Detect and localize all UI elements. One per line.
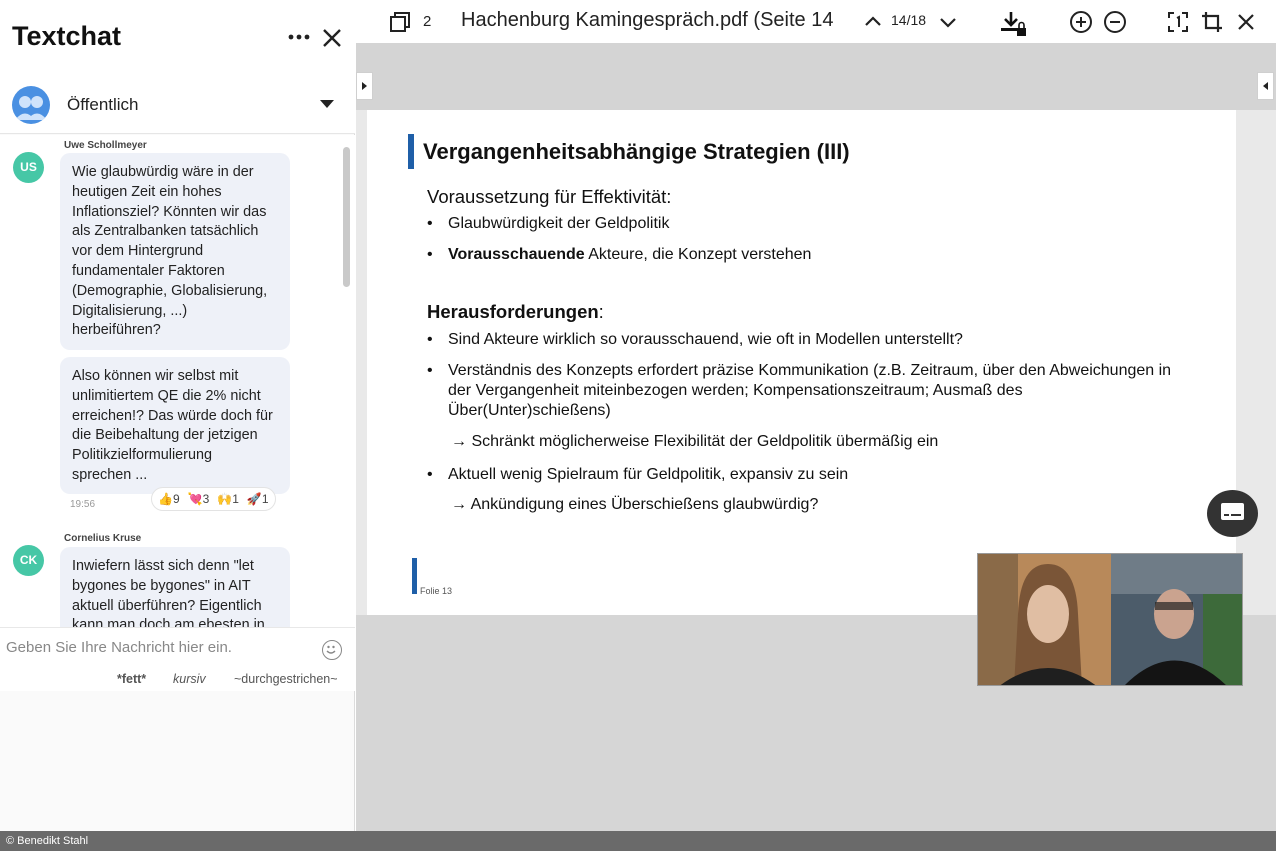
close-icon[interactable] — [1234, 10, 1258, 34]
pages-count: 2 — [423, 13, 432, 30]
reaction-item[interactable]: 💘3 — [188, 488, 210, 510]
message-time: 19:56 — [70, 499, 96, 510]
accent-bar — [408, 134, 414, 169]
italic-format-hint: kursiv — [173, 672, 206, 686]
expand-right-icon[interactable] — [1257, 72, 1274, 100]
section-heading: Voraussetzung für Effektivität: — [427, 186, 672, 207]
expand-left-icon[interactable] — [356, 72, 373, 100]
message-composer: *fett* kursiv ~durchgestrichen~ — [0, 627, 355, 691]
viewer-toolbar: 2 Hachenburg Kamingespräch.pdf (Seite 14… — [356, 0, 1276, 43]
presentation-slide: Vergangenheitsabhängige Strategien (III)… — [367, 110, 1236, 615]
pages-icon[interactable] — [389, 10, 413, 34]
strike-format-hint: ~durchgestrichen~ — [234, 672, 338, 686]
message-bubble: Also können wir selbst mit unlimitiertem… — [60, 357, 290, 494]
channel-selector[interactable]: Öffentlich — [0, 78, 355, 134]
avatar[interactable]: CK — [13, 545, 44, 576]
reactions-bar[interactable]: 👍9 💘3 🙌1 🚀1 — [151, 487, 276, 511]
accent-bar — [412, 558, 417, 594]
presentation-area: 2 Hachenburg Kamingespräch.pdf (Seite 14… — [356, 0, 1276, 831]
slide-title: Vergangenheitsabhängige Strategien (III) — [423, 139, 850, 164]
message-sender: Cornelius Kruse — [64, 533, 142, 544]
zoom-out-icon[interactable] — [1103, 10, 1127, 34]
bold-format-hint: *fett* — [117, 672, 147, 686]
viewer-background — [356, 43, 1276, 110]
credit-text: © Benedikt Stahl — [6, 835, 89, 847]
message-sender: Uwe Schollmeyer — [64, 140, 147, 151]
arrow-note: → Schränkt möglicherweise Flexibilität d… — [451, 433, 939, 450]
video-thumbnail[interactable] — [977, 553, 1243, 686]
crop-icon[interactable] — [1200, 10, 1224, 34]
subtitles-button[interactable] — [1207, 490, 1258, 537]
emoji-icon[interactable] — [322, 640, 342, 660]
channel-name: Öffentlich — [67, 95, 139, 114]
more-options-icon[interactable] — [286, 25, 312, 49]
slide-number: Folie 13 — [420, 586, 453, 596]
page-indicator: 14/18 — [891, 12, 927, 28]
avatar[interactable]: US — [13, 152, 44, 183]
section-heading: Herausforderungen: — [427, 301, 604, 322]
reaction-item[interactable]: 🙌1 — [217, 488, 239, 510]
zoom-in-icon[interactable] — [1069, 10, 1093, 34]
credit-bar: © Benedikt Stahl — [0, 831, 1276, 851]
reaction-item[interactable]: 👍9 — [158, 488, 180, 510]
chevron-down-icon[interactable] — [936, 10, 960, 34]
chevron-up-icon[interactable] — [861, 10, 885, 34]
download-locked-icon[interactable] — [999, 10, 1029, 38]
group-icon — [12, 86, 50, 124]
chat-header: Textchat — [0, 0, 355, 78]
document-title: Hachenburg Kamingespräch.pdf (Seite 14 — [461, 9, 834, 31]
message-bubble: Inwiefern lässt sich denn "let bygones b… — [60, 547, 290, 627]
chat-panel: Textchat Öffentlich Uwe Schollmeyer US W… — [0, 0, 355, 831]
message-input[interactable] — [0, 632, 310, 662]
close-chat-icon[interactable] — [320, 24, 344, 50]
app-window: Textchat Öffentlich Uwe Schollmeyer US W… — [0, 0, 1276, 851]
chat-scrollbar[interactable] — [343, 147, 350, 287]
chevron-down-icon — [320, 100, 334, 108]
reaction-item[interactable]: 🚀1 — [247, 488, 269, 510]
fit-page-icon[interactable] — [1166, 10, 1190, 34]
message-bubble: Wie glaubwürdig wäre in der heutigen Zei… — [60, 153, 290, 350]
message-list[interactable]: Uwe Schollmeyer US Wie glaubwürdig wäre … — [0, 135, 355, 627]
arrow-note: → Ankündigung eines Überschießens glaubw… — [451, 496, 819, 513]
chat-title: Textchat — [12, 21, 122, 51]
